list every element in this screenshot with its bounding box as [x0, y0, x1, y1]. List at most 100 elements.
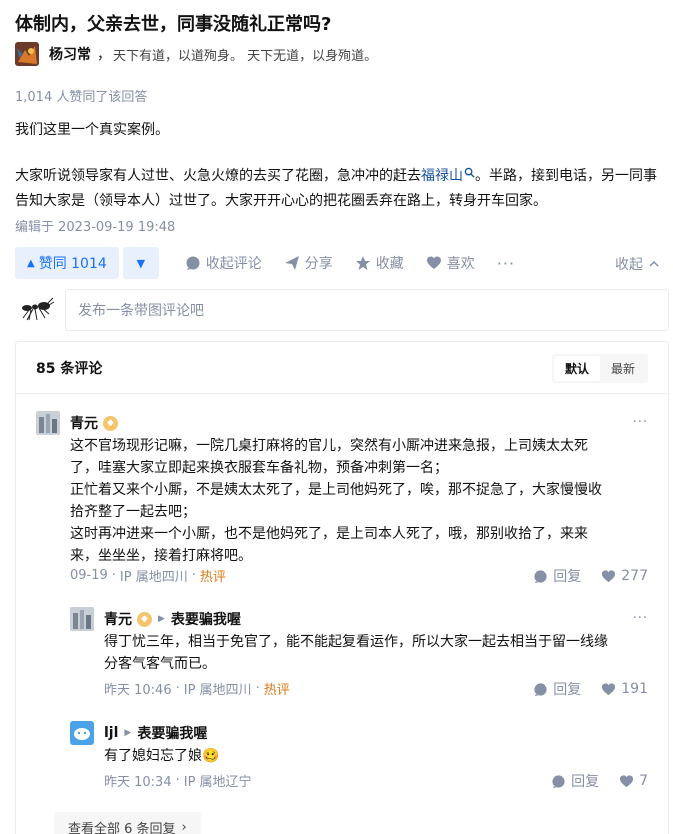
- like-label: 喜欢: [446, 256, 475, 272]
- commenter-avatar[interactable]: [36, 411, 60, 435]
- search-icon: [464, 167, 475, 178]
- comments-header: 85 条评论 默认 最新: [16, 342, 668, 394]
- comment-line: 这不官场现形记嘛，一院几桌打麻将的官儿，突然有小厮冲进来急报，上司姨太太死: [70, 438, 588, 454]
- comment-icon: [534, 569, 547, 583]
- comment-text: 得丁忧三年，相当于免官了，能不能起复看运作，所以大家一起去相当于留一线缘 分客气…: [104, 631, 608, 675]
- reply-arrow-icon: ▶: [124, 728, 132, 738]
- meta-dot: ·: [255, 681, 260, 696]
- sort-default-button[interactable]: 默认: [553, 356, 600, 381]
- collapse-button[interactable]: 收起: [615, 254, 661, 274]
- comment-line: 拾齐整了一起去吧；: [70, 504, 196, 520]
- comment-toggle-label: 收起评论: [205, 256, 262, 272]
- edited-time[interactable]: 编辑于 2023-09-19 19:48: [15, 216, 175, 235]
- meta-dot: ·: [191, 568, 196, 583]
- comment-like-count: 191: [621, 681, 648, 697]
- reply-button[interactable]: 回复: [533, 566, 581, 586]
- favorite-label: 收藏: [375, 256, 404, 272]
- comment-like-count: 7: [639, 773, 648, 789]
- comment-like-button[interactable]: 7: [619, 773, 648, 789]
- answer-text: 大家听说领导家有人过世、火急火燎的去买了花圈，急冲冲的赶去: [15, 168, 421, 184]
- share-button[interactable]: 分享: [284, 253, 333, 273]
- comment-meta: 昨天 10:46 · IP 属地四川 · 热评: [104, 679, 290, 698]
- chevron-up-icon: [649, 260, 659, 267]
- heart-icon: [602, 682, 616, 695]
- comment-text: 这不官场现形记嘛，一院几桌打麻将的官儿，突然有小厮冲进来急报，上司姨太太死 了，…: [70, 435, 602, 567]
- commenter-avatar[interactable]: [70, 721, 94, 745]
- level-badge-icon: ◆: [137, 611, 152, 627]
- star-icon: [355, 256, 370, 270]
- reply-to-name[interactable]: 表要骗我喔: [137, 723, 207, 743]
- question-title[interactable]: 体制内，父亲去世，同事没随礼正常吗?: [15, 10, 331, 36]
- comment-date: 昨天 10:34: [104, 775, 172, 790]
- share-icon: [284, 256, 299, 270]
- comment-icon: [534, 682, 547, 696]
- comment-input[interactable]: 发布一条带图评论吧: [65, 289, 669, 331]
- reply-label: 回复: [553, 682, 582, 698]
- hot-comment-badge: 热评: [199, 570, 226, 585]
- comment-line: 这时再冲进来一个小厮，也不是他妈死了，是上司本人死了，哦，那别收拾了，来来: [70, 526, 588, 542]
- comment-header: ljl ▶ 表要骗我喔: [104, 721, 207, 745]
- answer-paragraph: 我们这里一个真实案例。: [15, 122, 169, 138]
- search-link-text[interactable]: 福禄山: [421, 168, 463, 184]
- upvote-label: 赞同 1014: [38, 256, 107, 272]
- comment-text: 有了媳妇忘了娘🥴: [104, 745, 219, 767]
- upvote-button[interactable]: ▲ 赞同 1014: [15, 247, 119, 279]
- comment-line: 来，坐坐坐，接着打麻将吧。: [70, 548, 252, 564]
- heart-icon: [620, 774, 634, 787]
- view-all-replies-button[interactable]: 查看全部 6 条回复 ›: [54, 812, 201, 834]
- comment-more-button[interactable]: ···: [633, 415, 648, 430]
- meta-dot: ·: [111, 568, 116, 583]
- vote-count-text[interactable]: 1,014 人赞同了该回答: [15, 86, 147, 105]
- commenter-name[interactable]: ljl: [104, 725, 118, 741]
- commenter-name[interactable]: 青元: [70, 413, 98, 433]
- heart-icon: [426, 256, 441, 269]
- comment-line: 有了媳妇忘了娘🥴: [104, 748, 220, 764]
- level-badge-icon: ◆: [103, 415, 118, 431]
- reply-button[interactable]: 回复: [551, 771, 599, 791]
- heart-icon: [602, 569, 616, 582]
- reply-button[interactable]: 回复: [533, 679, 581, 699]
- author-name[interactable]: 杨习常: [49, 44, 91, 64]
- comment-actions: 回复 277: [513, 566, 648, 586]
- sort-switch: 默认 最新: [551, 354, 648, 383]
- comment-ip: IP 属地四川: [119, 570, 188, 585]
- comments-count: 85 条评论: [36, 360, 103, 377]
- commenter-avatar[interactable]: [70, 607, 94, 631]
- comment-like-button[interactable]: 277: [601, 568, 648, 584]
- chevron-right-icon: ›: [181, 819, 187, 834]
- action-bar: ▲ 赞同 1014 ▼ 收起评论 分享 收藏 喜欢 ··· 收起: [15, 247, 669, 279]
- author-bio: 天下有道，以道殉身。 天下无道，以身殉道。: [113, 48, 378, 64]
- comment-meta: 昨天 10:34 · IP 属地辽宁: [104, 771, 252, 790]
- favorite-button[interactable]: 收藏: [355, 253, 404, 273]
- user-avatar[interactable]: [15, 290, 55, 330]
- comment-ip: IP 属地辽宁: [183, 775, 252, 790]
- comment-icon: [186, 256, 200, 270]
- commenter-name[interactable]: 青元: [104, 609, 132, 629]
- collapse-label: 收起: [615, 257, 643, 273]
- comment-line: 正忙着又来个小厮，不是姨太太死了，是上司他妈死了，唉，那不捉急了，大家慢慢收: [70, 482, 602, 498]
- comment-line: 分客气客气而已。: [104, 656, 216, 672]
- more-button[interactable]: ···: [497, 254, 515, 273]
- search-link[interactable]: 福禄山: [421, 167, 475, 184]
- reply-to-name[interactable]: 表要骗我喔: [171, 609, 241, 629]
- reply-label: 回复: [553, 569, 582, 585]
- like-button[interactable]: 喜欢: [426, 253, 475, 273]
- upvote-icon: ▲: [27, 257, 35, 269]
- comment-like-button[interactable]: 191: [601, 681, 648, 697]
- comment-toggle-button[interactable]: 收起评论: [185, 253, 262, 273]
- comment-header: 青元 ◆: [70, 411, 118, 435]
- author-separator: ，: [97, 47, 111, 63]
- comment-line: 了，哇塞大家立即起来换衣服套车备礼物，预备冲刺第一名；: [70, 460, 448, 476]
- comment-more-button[interactable]: ···: [633, 611, 648, 626]
- reply-item: 青元 ◆ ▶ 表要骗我喔 ··· 得丁忧三年，相当于免官了，能不能起复看运作，所…: [70, 607, 648, 701]
- sort-latest-button[interactable]: 最新: [600, 356, 646, 381]
- author-avatar[interactable]: [15, 42, 39, 66]
- share-label: 分享: [304, 256, 333, 272]
- comment-line: 得丁忧三年，相当于免官了，能不能起复看运作，所以大家一起去相当于留一线缘: [104, 634, 608, 650]
- comment-date: 09-19: [70, 568, 108, 583]
- comment-actions: 回复 7: [531, 771, 648, 791]
- comment-header: 青元 ◆ ▶ 表要骗我喔: [104, 607, 241, 631]
- downvote-button[interactable]: ▼: [122, 247, 159, 279]
- meta-dot: ·: [175, 681, 180, 696]
- downvote-icon: ▼: [136, 256, 146, 270]
